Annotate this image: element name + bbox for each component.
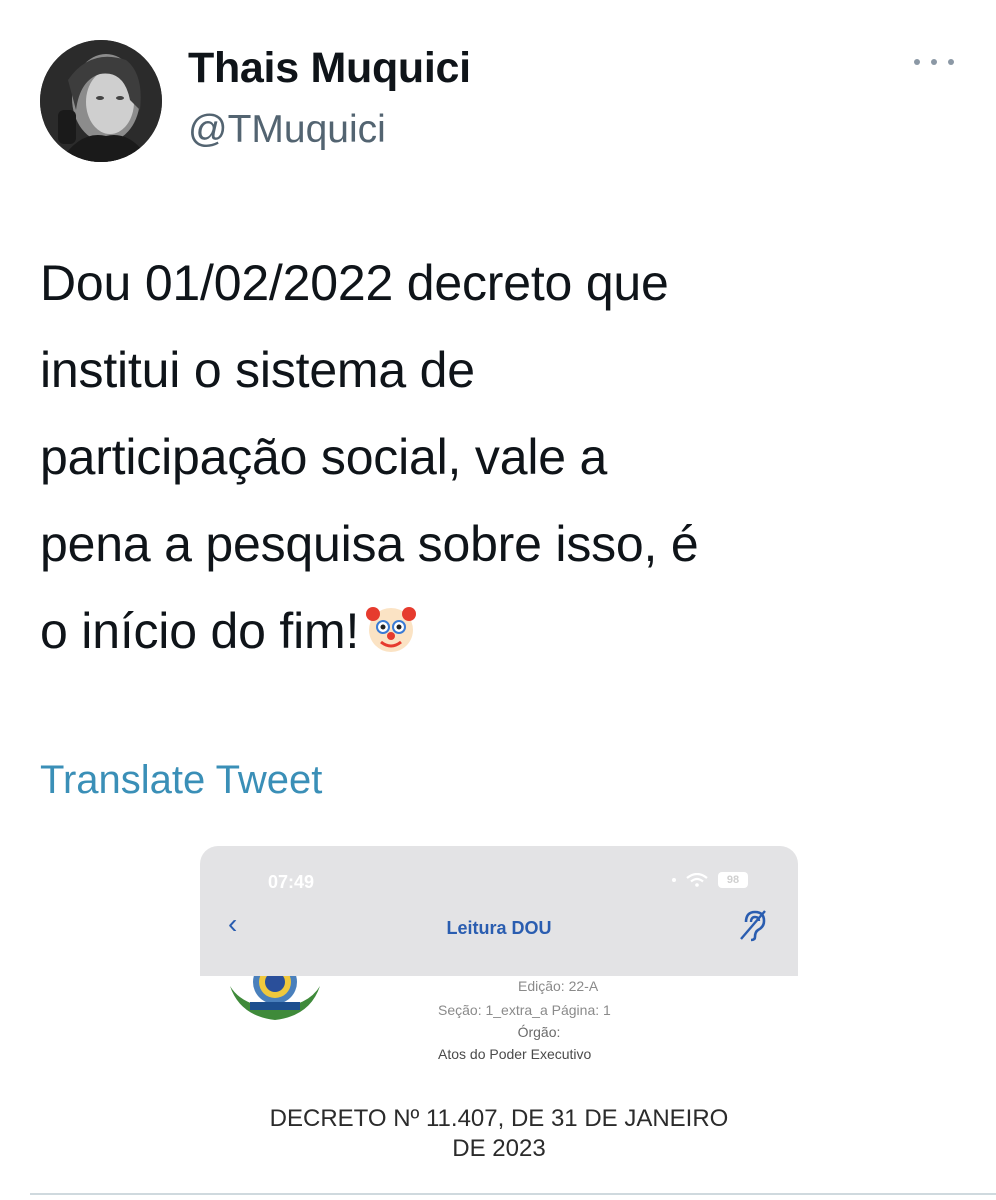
avatar-photo bbox=[40, 40, 162, 162]
tweet-body: Dou 01/02/2022 decreto que institui o si… bbox=[40, 255, 699, 659]
brazil-coat-of-arms-icon bbox=[230, 976, 320, 1020]
signal-dot-icon bbox=[672, 878, 676, 882]
display-name[interactable]: Thais Muquici bbox=[188, 44, 471, 93]
decree-title: DECRETO Nº 11.407, DE 31 DE JANEIRO DE 2… bbox=[269, 1105, 729, 1162]
clown-face-icon bbox=[363, 600, 419, 656]
doc-organ-label: Órgão: bbox=[517, 1024, 561, 1040]
hearing-accessibility-icon[interactable] bbox=[738, 908, 768, 942]
profile-avatar[interactable] bbox=[40, 40, 162, 162]
doc-edition: Edição: 22-A bbox=[518, 978, 599, 994]
embedded-screenshot: 07:49 98 ‹ Leitura DOU Edição: 22-A Seçã… bbox=[200, 846, 798, 1181]
more-options-icon[interactable] bbox=[914, 52, 954, 72]
divider bbox=[30, 1193, 996, 1195]
wifi-icon bbox=[686, 873, 708, 887]
tweet-text: Dou 01/02/2022 decreto que institui o si… bbox=[40, 240, 970, 675]
doc-organ: Atos do Poder Executivo bbox=[438, 1046, 592, 1062]
user-handle[interactable]: @TMuquici bbox=[188, 108, 386, 152]
translate-tweet-link[interactable]: Translate Tweet bbox=[40, 758, 322, 803]
nav-title: Leitura DOU bbox=[446, 918, 552, 938]
phone-top-bar: 07:49 98 ‹ Leitura DOU bbox=[200, 846, 798, 976]
doc-section-page: Seção: 1_extra_a Página: 1 bbox=[438, 1002, 611, 1018]
battery-icon: 98 bbox=[718, 872, 748, 888]
status-time: 07:49 bbox=[268, 872, 315, 892]
status-icons: 98 bbox=[672, 872, 748, 888]
